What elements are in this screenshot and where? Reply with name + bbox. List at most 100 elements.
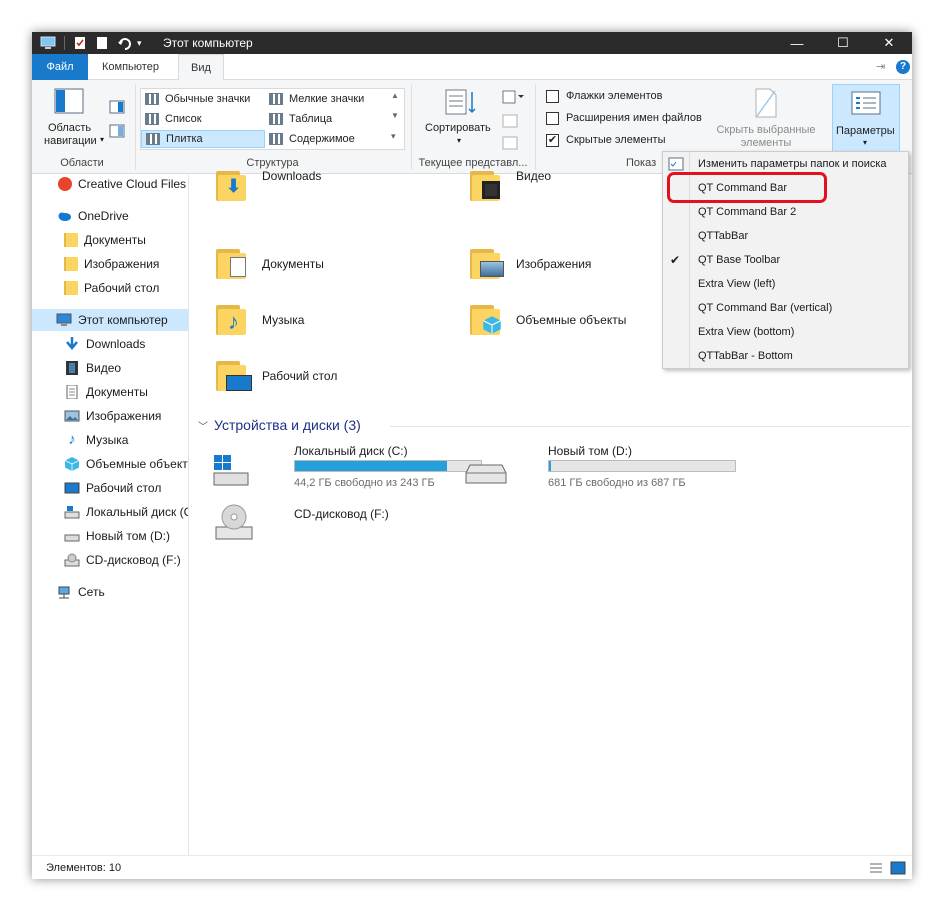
- devices-section-header[interactable]: ﹀ Устройства и диски (3): [198, 417, 361, 433]
- ribbon-tabs: Файл Компьютер Вид ⇥ ?: [32, 54, 912, 81]
- folder-label: Музыка: [262, 313, 305, 327]
- gallery-scroll-down[interactable]: ▼: [391, 111, 399, 120]
- music-icon: ♪: [68, 431, 76, 448]
- menu-item-label: QTTabBar: [698, 230, 749, 242]
- cd-drive-icon: [64, 553, 80, 567]
- nav-item-creative-cloud[interactable]: Creative Cloud Files: [32, 175, 188, 195]
- divider: [64, 36, 65, 50]
- folder-tile-documents[interactable]: Документы: [216, 245, 456, 291]
- nav-item-onedrive-documents[interactable]: Документы: [32, 229, 188, 251]
- tab-computer[interactable]: Компьютер: [90, 54, 171, 80]
- nav-item-network[interactable]: Сеть: [32, 581, 188, 603]
- folder-label: Рабочий стол: [262, 369, 338, 383]
- item-count: Элементов: 10: [46, 862, 122, 874]
- nav-item-cd-drive-f[interactable]: CD-дисковод (F:): [32, 549, 188, 571]
- menu-item-qt-command-bar-vertical[interactable]: QT Command Bar (vertical): [663, 296, 908, 320]
- tab-view[interactable]: Вид: [178, 54, 224, 81]
- minimize-button[interactable]: —: [774, 32, 820, 54]
- hidden-items-checkbox[interactable]: ✔: [546, 134, 559, 147]
- close-button[interactable]: ✕: [866, 32, 912, 54]
- drive-usage-bar: [548, 460, 736, 472]
- options-button[interactable]: Параметры ▾: [832, 84, 900, 152]
- gallery-scroll-up[interactable]: ▲: [391, 91, 399, 100]
- drive-tile-c[interactable]: Локальный диск (C:) 44,2 ГБ свободно из …: [210, 441, 482, 495]
- group-layout-label: Структура: [246, 157, 299, 169]
- drive-tile-d[interactable]: Новый том (D:) 681 ГБ свободно из 687 ГБ: [464, 441, 736, 495]
- nav-item-music[interactable]: ♪ Музыка: [32, 429, 188, 451]
- hide-selected-label-2: элементы: [740, 137, 792, 149]
- details-view-icon[interactable]: [868, 861, 884, 875]
- layout-details[interactable]: Таблица: [265, 110, 389, 128]
- navigation-pane-icon: [54, 88, 84, 114]
- menu-item-qttabbar-bottom[interactable]: QTTabBar - Bottom: [663, 344, 908, 368]
- cloud-icon: [58, 212, 71, 221]
- group-by-icon[interactable]: [502, 90, 524, 104]
- layout-tiles[interactable]: Плитка: [141, 130, 265, 148]
- hide-selected-icon: [755, 88, 777, 118]
- navigation-pane-button[interactable]: Область навигации ▾: [38, 86, 104, 152]
- chevron-down-icon: ﹀: [198, 421, 208, 433]
- chevron-down-icon[interactable]: ▾: [137, 38, 142, 49]
- help-icon[interactable]: ?: [896, 60, 910, 74]
- drive-usage-fill: [549, 461, 551, 471]
- section-divider: [390, 426, 910, 427]
- folder-icon: [64, 233, 78, 247]
- menu-item-qttabbar[interactable]: QTTabBar: [663, 224, 908, 248]
- drive-label: CD-дисковод (F:): [294, 507, 389, 521]
- undo-icon[interactable]: [117, 36, 131, 50]
- nav-item-desktop[interactable]: Рабочий стол: [32, 477, 188, 499]
- large-icons-view-icon[interactable]: [890, 861, 906, 875]
- nav-item-pictures[interactable]: Изображения: [32, 405, 188, 427]
- nav-item-label: Рабочий стол: [84, 281, 160, 295]
- nav-item-onedrive[interactable]: OneDrive: [32, 205, 188, 227]
- tab-file[interactable]: Файл: [32, 54, 88, 80]
- nav-item-onedrive-pictures[interactable]: Изображения: [32, 253, 188, 275]
- nav-item-documents[interactable]: Документы: [32, 381, 188, 403]
- document-icon: [66, 385, 78, 399]
- nav-item-3d-objects[interactable]: Объемные объект: [32, 453, 188, 475]
- nav-item-downloads[interactable]: Downloads: [32, 333, 188, 355]
- file-extensions-checkbox[interactable]: [546, 112, 559, 125]
- add-columns-icon: [502, 114, 518, 128]
- folder-tile-downloads[interactable]: ⬇ Downloads: [216, 169, 456, 215]
- details-pane-icon[interactable]: [109, 124, 125, 138]
- drive-tile-f[interactable]: CD-дисковод (F:): [210, 503, 456, 547]
- layout-large-icons[interactable]: Обычные значки: [141, 90, 265, 108]
- large-icons-icon: [145, 93, 159, 105]
- layout-list[interactable]: Список: [141, 110, 265, 128]
- cube-icon: [64, 457, 80, 471]
- item-checkboxes-checkbox[interactable]: [546, 90, 559, 103]
- nav-item-this-pc[interactable]: Этот компьютер: [32, 309, 188, 331]
- sort-button[interactable]: Сортировать ▾: [420, 86, 500, 152]
- menu-item-qt-command-bar-2[interactable]: QT Command Bar 2: [663, 200, 908, 224]
- gallery-expand[interactable]: ▾: [391, 131, 396, 142]
- nav-item-videos[interactable]: Видео: [32, 357, 188, 379]
- layout-label: Список: [165, 113, 202, 125]
- maximize-button[interactable]: ☐: [820, 32, 866, 54]
- folder-tile-desktop[interactable]: Рабочий стол: [216, 357, 456, 403]
- layout-content[interactable]: Содержимое: [265, 130, 389, 148]
- folder-tile-music[interactable]: ♪ Музыка: [216, 301, 456, 347]
- preview-pane-icon[interactable]: [109, 100, 125, 114]
- hide-selected-button[interactable]: Скрыть выбранные элементы: [710, 86, 822, 150]
- menu-item-label: QT Base Toolbar: [698, 254, 781, 266]
- properties-icon[interactable]: [73, 36, 87, 50]
- folder-label: Объемные объекты: [516, 313, 627, 327]
- nav-item-onedrive-desktop[interactable]: Рабочий стол: [32, 277, 188, 299]
- drive-free-space: 44,2 ГБ свободно из 243 ГБ: [294, 477, 435, 489]
- menu-item-qt-base-toolbar[interactable]: ✔ QT Base Toolbar: [663, 248, 908, 272]
- menu-item-label: QT Command Bar 2: [698, 206, 797, 218]
- layout-label: Плитка: [166, 133, 203, 145]
- nav-pane-label-1: Область: [48, 122, 92, 134]
- new-folder-icon[interactable]: [95, 36, 109, 50]
- nav-item-local-disk-c[interactable]: Локальный диск (С: [32, 501, 188, 523]
- layout-label: Содержимое: [289, 133, 355, 145]
- hidden-items-label: Скрытые элементы: [566, 134, 666, 146]
- folder-icon: ♪: [216, 301, 250, 337]
- pin-icon[interactable]: ⇥: [876, 60, 885, 73]
- menu-item-extra-view-left[interactable]: Extra View (left): [663, 272, 908, 296]
- nav-item-volume-d[interactable]: Новый том (D:): [32, 525, 188, 547]
- small-icons-icon: [269, 93, 283, 105]
- layout-small-icons[interactable]: Мелкие значки: [265, 90, 389, 108]
- menu-item-extra-view-bottom[interactable]: Extra View (bottom): [663, 320, 908, 344]
